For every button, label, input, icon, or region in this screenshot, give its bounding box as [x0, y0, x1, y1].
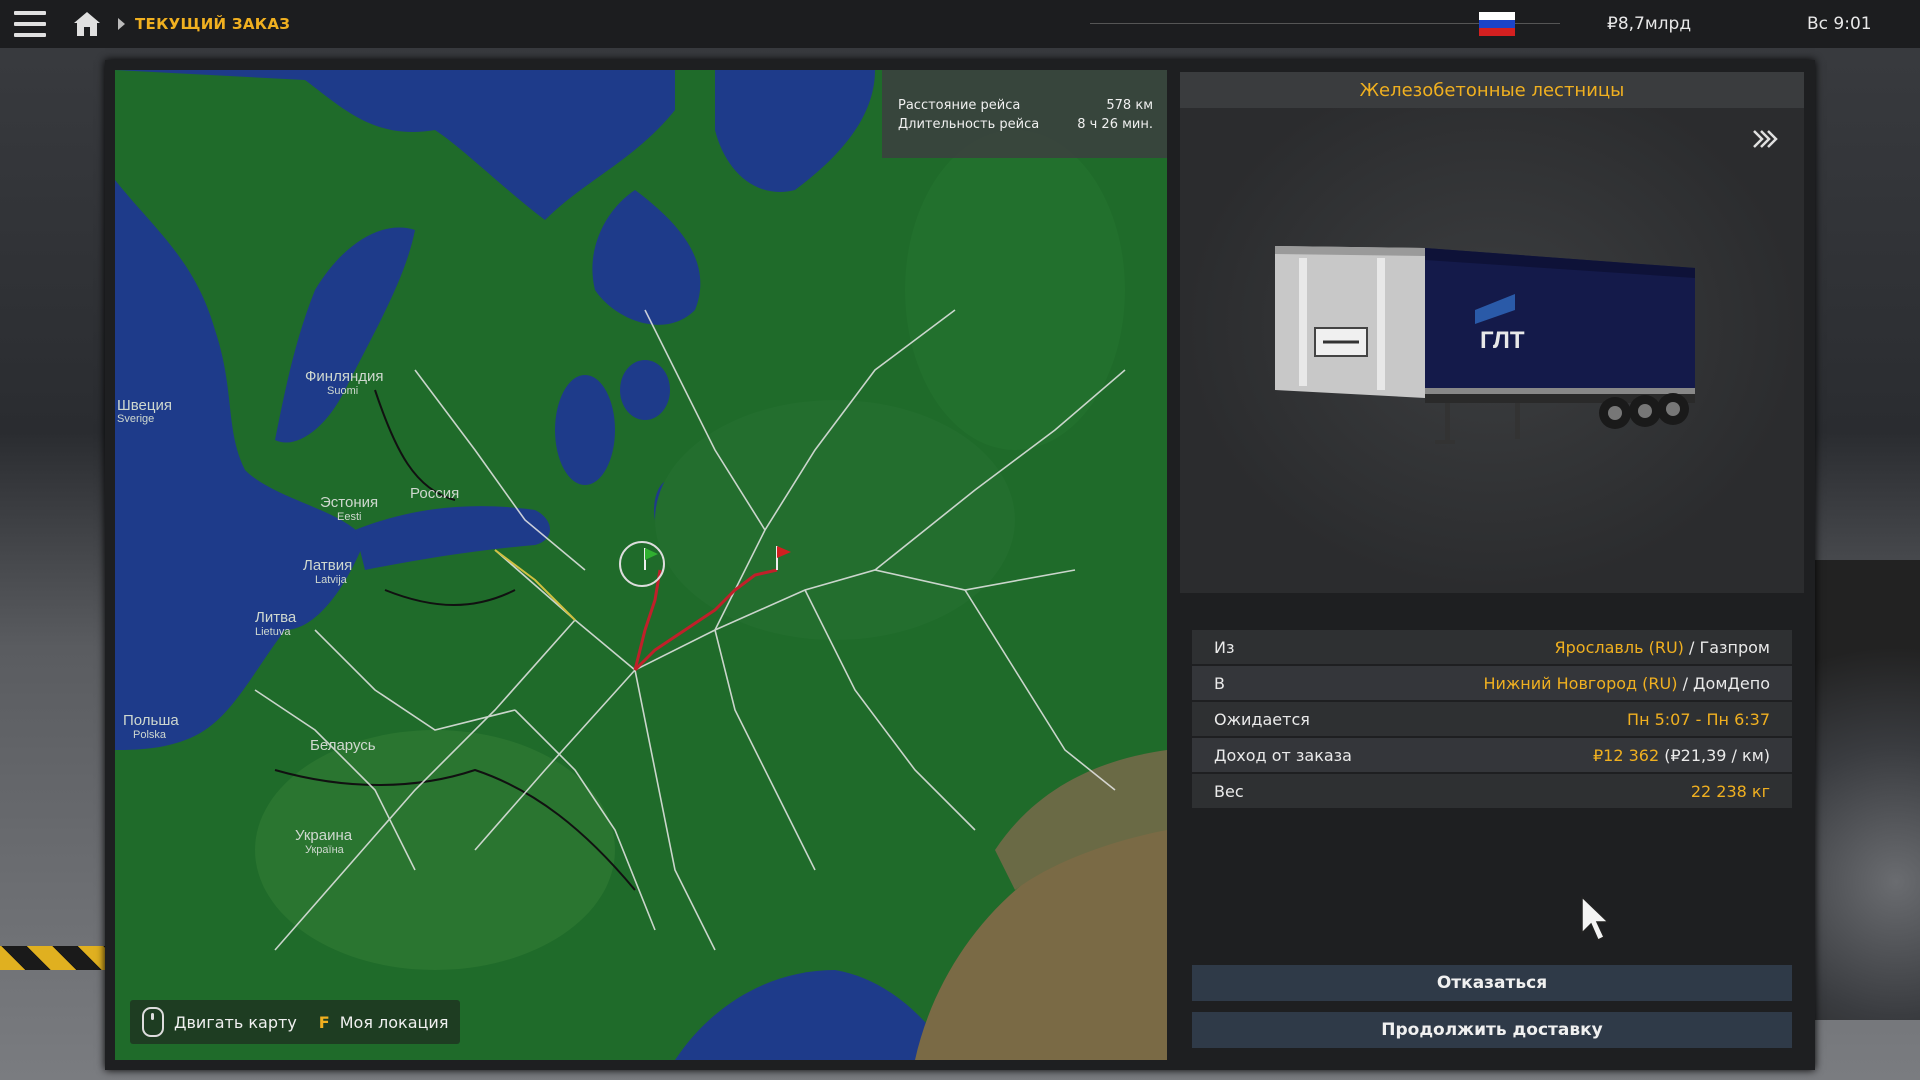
expected-row: Ожидается Пн 5:07 - Пн 6:37	[1192, 702, 1792, 736]
map-label-finland-sub: Suomi	[327, 385, 358, 397]
weight-row: Вес 22 238 кг	[1192, 774, 1792, 808]
map-label-poland: Польша	[123, 712, 179, 729]
map-label-latvia: Латвия	[303, 557, 352, 574]
income-label: Доход от заказа	[1214, 745, 1352, 765]
mouse-cursor-icon	[1581, 895, 1610, 942]
map-label-lithuania: Литва	[255, 609, 297, 626]
to-row: В Нижний Новгород (RU) / ДомДепо	[1192, 666, 1792, 700]
map-label-estonia-sub: Eesti	[337, 511, 361, 523]
distance-label: Расстояние рейса	[898, 98, 1021, 113]
mouse-icon	[142, 1007, 164, 1037]
duration-value: 8 ч 26 мин.	[1077, 117, 1153, 132]
cargo-title-bar: Железобетонные лестницы	[1180, 72, 1804, 108]
from-city: Ярославль (RU)	[1554, 637, 1684, 657]
map-label-ukraine-sub: Україна	[305, 844, 345, 856]
map-label-sweden-sub: Sverige	[117, 413, 154, 425]
location-key: F	[318, 1012, 330, 1032]
move-map-label: Двигать карту	[174, 1012, 297, 1032]
hamburger-menu-icon[interactable]	[14, 11, 46, 37]
background-hazard-stripe	[0, 946, 110, 970]
map-label-finland: Финляндия	[305, 368, 383, 385]
expected-value: Пн 5:07 - Пн 6:37	[1627, 709, 1770, 729]
origin-marker-icon	[619, 541, 665, 587]
income-value: ₽12 362	[1592, 745, 1660, 765]
income-row: Доход от заказа ₽12 362 (₽21,39 / км)	[1192, 738, 1792, 772]
game-clock: Вс 9:01	[1807, 14, 1872, 34]
home-icon[interactable]	[72, 10, 102, 38]
map-label-russia: Россия	[410, 485, 459, 502]
weight-label: Вес	[1214, 781, 1244, 801]
trailer-image: ГЛТ	[1275, 246, 1695, 444]
to-label: В	[1214, 673, 1225, 693]
to-city: Нижний Новгород (RU)	[1483, 673, 1678, 693]
map-controls-hint: Двигать карту F Моя локация	[130, 1000, 461, 1044]
from-row: Из Ярославль (RU) / Газпром	[1192, 630, 1792, 664]
map-label-ukraine: Украина	[295, 827, 353, 844]
from-label: Из	[1214, 637, 1235, 657]
income-rate: (₽21,39 / км)	[1664, 745, 1770, 765]
map-label-belarus: Беларусь	[310, 737, 376, 754]
distance-value: 578 км	[1106, 98, 1153, 113]
trailer-brand: ГЛТ	[1480, 327, 1525, 354]
expected-label: Ожидается	[1214, 709, 1310, 729]
trailer-preview: ГЛТ	[1180, 108, 1804, 593]
duration-label: Длительность рейса	[898, 117, 1040, 132]
cargo-title: Железобетонные лестницы	[1359, 79, 1625, 101]
weight-value: 22 238 кг	[1690, 781, 1770, 801]
money-balance: ₽8,7млрд	[1607, 14, 1692, 34]
from-company: Газпром	[1699, 637, 1770, 657]
order-details: Из Ярославль (RU) / Газпром В Нижний Нов…	[1192, 630, 1792, 810]
decline-button[interactable]: Отказаться	[1192, 965, 1792, 1001]
map-label-estonia: Эстония	[320, 494, 378, 511]
breadcrumb-current-order[interactable]: ТЕКУЩИЙ ЗАКАЗ	[135, 15, 290, 33]
to-company: ДомДепо	[1693, 673, 1770, 693]
breadcrumb-chevron-icon	[118, 18, 125, 30]
fast-forward-icon[interactable]	[1752, 128, 1778, 150]
map-label-lithuania-sub: Lietuva	[255, 626, 291, 638]
map-label-poland-sub: Polska	[133, 729, 167, 741]
my-location-label[interactable]: Моя локация	[340, 1013, 449, 1032]
map-graphic: Финляндия Suomi Швеция Sverige Эстония E…	[115, 70, 1167, 1060]
map-label-latvia-sub: Latvija	[315, 574, 348, 586]
route-map[interactable]: Финляндия Suomi Швеция Sverige Эстония E…	[115, 70, 1167, 1060]
russia-flag-icon	[1479, 12, 1515, 36]
continue-delivery-button[interactable]: Продолжить доставку	[1192, 1012, 1792, 1048]
background-truck	[1800, 560, 1920, 1020]
route-info-box: Расстояние рейса 578 км Длительность рей…	[882, 70, 1167, 158]
map-label-sweden: Швеция	[117, 397, 172, 414]
